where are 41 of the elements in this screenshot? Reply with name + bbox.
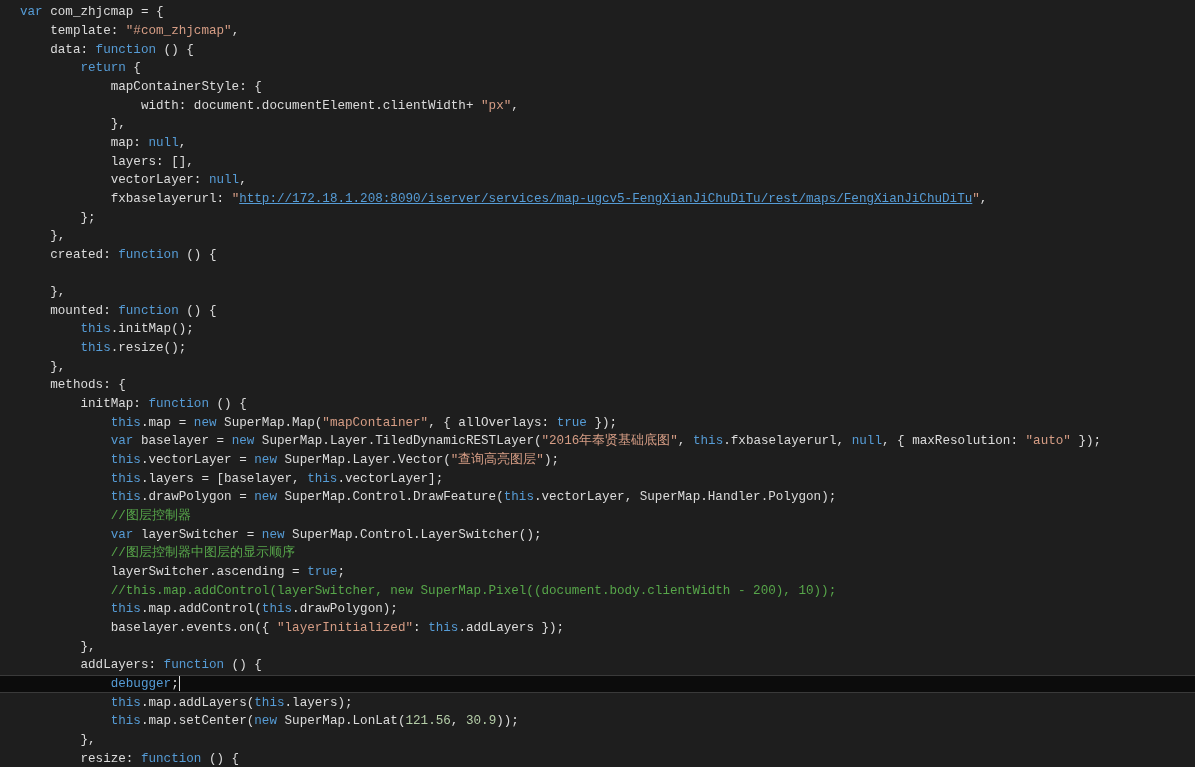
code-line: }, <box>79 638 96 656</box>
code-line: }, <box>79 731 96 749</box>
code-line: this.map.setCenter(new SuperMap.LonLat(121.56, 30.9)); <box>109 713 519 731</box>
code-line: this.map = new SuperMap.Map("mapContainer", { allOverlays: true }); <box>109 414 618 432</box>
code-line: mapContainerStyle: { <box>109 78 262 96</box>
code-line: //this.map.addControl(layerSwitcher, new SuperMap.Pixel((document.body.clientWidth - 200), 10)); <box>109 582 837 600</box>
code-line: layers: [], <box>109 153 194 171</box>
code-line: this.initMap(); <box>79 321 194 339</box>
code-line: resize: function () { <box>79 750 240 767</box>
code-line: vectorLayer: null, <box>109 172 247 190</box>
code-line: template: "#com_zhjcmap", <box>49 23 240 40</box>
code-line: this.vectorLayer = new SuperMap.Layer.Vector("查询高亮图层"); <box>109 451 560 470</box>
code-line: }; <box>79 209 96 227</box>
code-line: //图层控制器 <box>109 507 191 526</box>
text-cursor <box>178 676 180 692</box>
code-line: layerSwitcher.ascending = true; <box>109 564 345 581</box>
code-line: var baselayer = new SuperMap.Layer.TiledDynamicRESTLayer("2016年奉贤基础底图", this.fxbaselayerurl, null, { maxResolution: "auto" }); <box>109 432 1102 451</box>
code-line: methods: { <box>49 377 126 395</box>
code-line: width: document.documentElement.clientWidth+ "px", <box>139 97 519 115</box>
code-line: this.drawPolygon = new SuperMap.Control.DrawFeature(this.vectorLayer, SuperMap.Handler.Polygon); <box>109 489 837 507</box>
code-line: created: function () { <box>49 246 217 264</box>
code-line: data: function () { <box>49 41 194 59</box>
code-line: this.layers = [baselayer, this.vectorLayer]; <box>109 470 444 488</box>
code-line: return { <box>79 60 141 78</box>
code-line: }, <box>109 116 126 134</box>
current-code-line: debugger; <box>109 675 179 693</box>
code-line: mounted: function () { <box>49 302 217 320</box>
code-line: addLayers: function () { <box>79 657 262 675</box>
code-line: this.map.addControl(this.drawPolygon); <box>109 601 398 619</box>
code-line: var com_zhjcmap = { <box>20 4 164 22</box>
code-line: var layerSwitcher = new SuperMap.Control.LayerSwitcher(); <box>109 526 542 544</box>
code-line: this.map.addLayers(this.layers); <box>109 694 353 712</box>
code-line: initMap: function () { <box>79 396 247 414</box>
code-line: }, <box>49 358 66 376</box>
code-line: baselayer.events.on({ "layerInitialized": this.addLayers }); <box>109 620 565 637</box>
code-line: }, <box>49 228 66 246</box>
code-line: }, <box>49 284 66 302</box>
code-line: //图层控制器中图层的显示顺序 <box>109 544 295 563</box>
code-line: fxbaselayerurl: "http://172.18.1.208:8090/iserver/services/map-ugcv5-FengXianJiChuDiTu/rest/maps/FengXianJiChuDiTu", <box>109 190 988 208</box>
code-line: map: null, <box>109 134 187 152</box>
code-line: this.resize(); <box>79 340 187 358</box>
